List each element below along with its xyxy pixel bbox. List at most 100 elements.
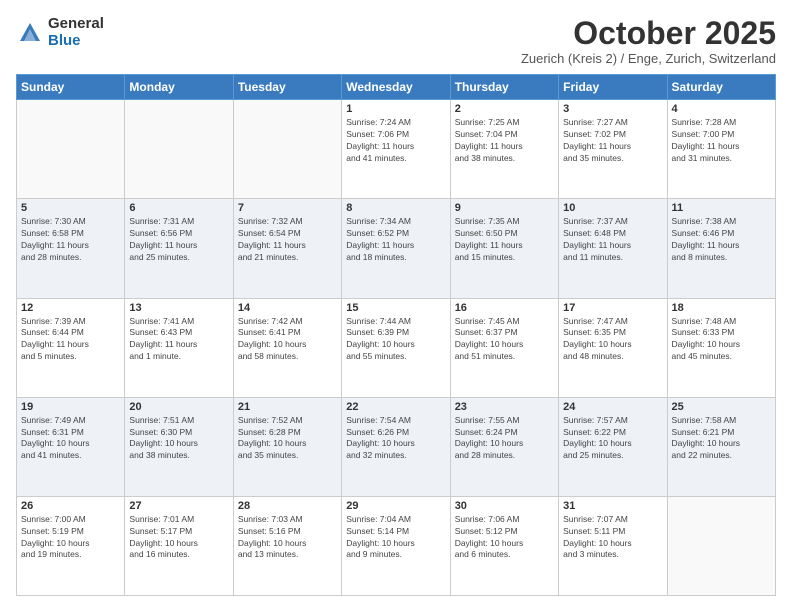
day-number: 17	[563, 302, 662, 314]
day-number: 2	[455, 103, 554, 115]
day-number: 22	[346, 401, 445, 413]
day-number: 10	[563, 202, 662, 214]
calendar-cell: 15 Sunrise: 7:44 AM Sunset: 6:39 PM Dayli…	[342, 298, 450, 397]
day-info: Sunrise: 7:35 AM Sunset: 6:50 PM Dayligh…	[455, 216, 554, 264]
day-info: Sunrise: 7:01 AM Sunset: 5:17 PM Dayligh…	[129, 514, 228, 562]
calendar-cell	[125, 100, 233, 199]
calendar-cell	[233, 100, 341, 199]
header: General Blue October 2025 Zuerich (Kreis…	[16, 16, 776, 66]
calendar-cell: 1Sunrise: 7:24 AM Sunset: 7:06 PM Daylig…	[342, 100, 450, 199]
calendar-week-row-3: 12 Sunrise: 7:39 AM Sunset: 6:44 PM Dayli…	[17, 298, 776, 397]
calendar-week-row-4: 19Sunrise: 7:49 AM Sunset: 6:31 PM Dayli…	[17, 397, 776, 496]
weekday-header-wednesday: Wednesday	[342, 75, 450, 100]
day-number: 15	[346, 302, 445, 314]
day-info: Sunrise: 7:00 AM Sunset: 5:19 PM Dayligh…	[21, 514, 120, 562]
day-number: 23	[455, 401, 554, 413]
day-number: 25	[672, 401, 771, 413]
day-number: 20	[129, 401, 228, 413]
calendar-cell: 20 Sunrise: 7:51 AM Sunset: 6:30 PM Dayli…	[125, 397, 233, 496]
day-info: Sunrise: 7:38 AM Sunset: 6:46 PM Dayligh…	[672, 216, 771, 264]
calendar-cell: 23 Sunrise: 7:55 AM Sunset: 6:24 PM Dayli…	[450, 397, 558, 496]
calendar-cell: 3 Sunrise: 7:27 AM Sunset: 7:02 PM Daylig…	[559, 100, 667, 199]
weekday-header-thursday: Thursday	[450, 75, 558, 100]
day-number: 9	[455, 202, 554, 214]
day-info: Sunrise: 7:45 AM Sunset: 6:37 PM Dayligh…	[455, 316, 554, 364]
calendar-cell: 13Sunrise: 7:41 AM Sunset: 6:43 PM Dayli…	[125, 298, 233, 397]
day-info: Sunrise: 7:51 AM Sunset: 6:30 PM Dayligh…	[129, 415, 228, 463]
day-info: Sunrise: 7:39 AM Sunset: 6:44 PM Dayligh…	[21, 316, 120, 364]
logo-icon	[16, 19, 44, 47]
weekday-header-saturday: Saturday	[667, 75, 775, 100]
day-number: 29	[346, 500, 445, 512]
calendar-cell: 21Sunrise: 7:52 AM Sunset: 6:28 PM Dayli…	[233, 397, 341, 496]
day-info: Sunrise: 7:57 AM Sunset: 6:22 PM Dayligh…	[563, 415, 662, 463]
calendar-cell: 16 Sunrise: 7:45 AM Sunset: 6:37 PM Dayli…	[450, 298, 558, 397]
calendar-cell: 6Sunrise: 7:31 AM Sunset: 6:56 PM Daylig…	[125, 199, 233, 298]
day-info: Sunrise: 7:48 AM Sunset: 6:33 PM Dayligh…	[672, 316, 771, 364]
day-info: Sunrise: 7:31 AM Sunset: 6:56 PM Dayligh…	[129, 216, 228, 264]
day-info: Sunrise: 7:07 AM Sunset: 5:11 PM Dayligh…	[563, 514, 662, 562]
calendar-week-row-1: 1Sunrise: 7:24 AM Sunset: 7:06 PM Daylig…	[17, 100, 776, 199]
day-number: 11	[672, 202, 771, 214]
day-info: Sunrise: 7:55 AM Sunset: 6:24 PM Dayligh…	[455, 415, 554, 463]
month-title: October 2025	[521, 16, 776, 51]
weekday-header-tuesday: Tuesday	[233, 75, 341, 100]
day-number: 21	[238, 401, 337, 413]
calendar-week-row-5: 26 Sunrise: 7:00 AM Sunset: 5:19 PM Dayli…	[17, 496, 776, 595]
day-number: 31	[563, 500, 662, 512]
logo: General Blue	[16, 16, 104, 49]
calendar-cell: 19Sunrise: 7:49 AM Sunset: 6:31 PM Dayli…	[17, 397, 125, 496]
logo-general-text: General	[48, 16, 104, 33]
day-number: 16	[455, 302, 554, 314]
calendar-cell: 2 Sunrise: 7:25 AM Sunset: 7:04 PM Daylig…	[450, 100, 558, 199]
day-number: 12	[21, 302, 120, 314]
day-number: 26	[21, 500, 120, 512]
calendar-cell: 28Sunrise: 7:03 AM Sunset: 5:16 PM Dayli…	[233, 496, 341, 595]
calendar-cell	[667, 496, 775, 595]
day-number: 19	[21, 401, 120, 413]
weekday-header-friday: Friday	[559, 75, 667, 100]
calendar-cell: 7 Sunrise: 7:32 AM Sunset: 6:54 PM Daylig…	[233, 199, 341, 298]
day-info: Sunrise: 7:37 AM Sunset: 6:48 PM Dayligh…	[563, 216, 662, 264]
calendar-cell: 26 Sunrise: 7:00 AM Sunset: 5:19 PM Dayli…	[17, 496, 125, 595]
day-info: Sunrise: 7:06 AM Sunset: 5:12 PM Dayligh…	[455, 514, 554, 562]
calendar-cell: 14Sunrise: 7:42 AM Sunset: 6:41 PM Dayli…	[233, 298, 341, 397]
calendar-cell: 4Sunrise: 7:28 AM Sunset: 7:00 PM Daylig…	[667, 100, 775, 199]
day-number: 3	[563, 103, 662, 115]
day-number: 27	[129, 500, 228, 512]
calendar-cell: 17Sunrise: 7:47 AM Sunset: 6:35 PM Dayli…	[559, 298, 667, 397]
day-number: 28	[238, 500, 337, 512]
calendar-cell: 24 Sunrise: 7:57 AM Sunset: 6:22 PM Dayli…	[559, 397, 667, 496]
weekday-header-sunday: Sunday	[17, 75, 125, 100]
calendar-cell: 12 Sunrise: 7:39 AM Sunset: 6:44 PM Dayli…	[17, 298, 125, 397]
day-number: 5	[21, 202, 120, 214]
calendar-cell: 11 Sunrise: 7:38 AM Sunset: 6:46 PM Dayli…	[667, 199, 775, 298]
calendar-cell: 10 Sunrise: 7:37 AM Sunset: 6:48 PM Dayli…	[559, 199, 667, 298]
header-right: October 2025 Zuerich (Kreis 2) / Enge, Z…	[521, 16, 776, 66]
day-number: 14	[238, 302, 337, 314]
day-number: 24	[563, 401, 662, 413]
calendar-cell: 9 Sunrise: 7:35 AM Sunset: 6:50 PM Daylig…	[450, 199, 558, 298]
day-info: Sunrise: 7:34 AM Sunset: 6:52 PM Dayligh…	[346, 216, 445, 264]
calendar-cell: 31 Sunrise: 7:07 AM Sunset: 5:11 PM Dayli…	[559, 496, 667, 595]
day-number: 30	[455, 500, 554, 512]
day-info: Sunrise: 7:32 AM Sunset: 6:54 PM Dayligh…	[238, 216, 337, 264]
day-number: 18	[672, 302, 771, 314]
day-info: Sunrise: 7:24 AM Sunset: 7:06 PM Dayligh…	[346, 117, 445, 165]
calendar-cell: 8Sunrise: 7:34 AM Sunset: 6:52 PM Daylig…	[342, 199, 450, 298]
calendar-cell: 27 Sunrise: 7:01 AM Sunset: 5:17 PM Dayli…	[125, 496, 233, 595]
calendar-cell: 18 Sunrise: 7:48 AM Sunset: 6:33 PM Dayli…	[667, 298, 775, 397]
calendar-table: SundayMondayTuesdayWednesdayThursdayFrid…	[16, 74, 776, 596]
day-number: 4	[672, 103, 771, 115]
calendar-cell: 29Sunrise: 7:04 AM Sunset: 5:14 PM Dayli…	[342, 496, 450, 595]
calendar-cell: 22 Sunrise: 7:54 AM Sunset: 6:26 PM Dayli…	[342, 397, 450, 496]
day-info: Sunrise: 7:58 AM Sunset: 6:21 PM Dayligh…	[672, 415, 771, 463]
day-number: 7	[238, 202, 337, 214]
calendar-cell	[17, 100, 125, 199]
day-info: Sunrise: 7:27 AM Sunset: 7:02 PM Dayligh…	[563, 117, 662, 165]
location: Zuerich (Kreis 2) / Enge, Zurich, Switze…	[521, 51, 776, 66]
day-info: Sunrise: 7:25 AM Sunset: 7:04 PM Dayligh…	[455, 117, 554, 165]
day-info: Sunrise: 7:44 AM Sunset: 6:39 PM Dayligh…	[346, 316, 445, 364]
logo-blue-text: Blue	[48, 33, 104, 50]
day-info: Sunrise: 7:54 AM Sunset: 6:26 PM Dayligh…	[346, 415, 445, 463]
